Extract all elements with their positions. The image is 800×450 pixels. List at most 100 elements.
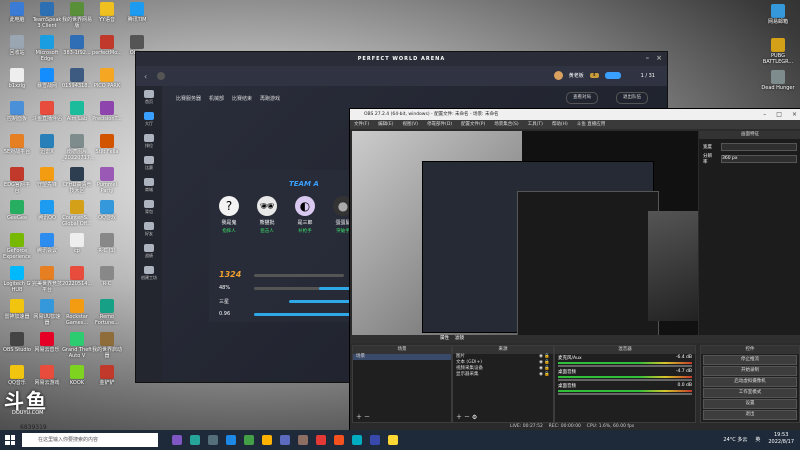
desktop-icon[interactable]: OBS Studio (2, 332, 32, 353)
obs-menu-item[interactable]: 帮助(H) (552, 120, 568, 129)
desktop-icon[interactable]: PICO PARK (92, 68, 122, 89)
obs-menu-item[interactable]: 文件(F) (354, 120, 369, 129)
taskbar-app-icon[interactable] (244, 435, 254, 445)
desktop-icon[interactable]: QQ音乐 (2, 365, 32, 386)
sidebar-item[interactable]: 比赛 (138, 156, 160, 174)
desktop-icon[interactable]: 383-1f92... (62, 35, 92, 56)
scene-item[interactable]: 场景 (353, 354, 451, 360)
obs-menu-item[interactable]: 停靠部件(D) (427, 120, 452, 129)
weather[interactable]: 24°C 多云 (723, 436, 747, 443)
desktop-icon[interactable]: Counter-S... Global Off... (62, 200, 92, 227)
desktop-icon[interactable]: R-C (92, 266, 122, 287)
taskbar-app-icon[interactable] (280, 435, 290, 445)
desktop-icon[interactable]: 守望先锋 (32, 167, 62, 188)
desktop-icon[interactable]: 金铲铲 (92, 365, 122, 386)
desktop-icon[interactable]: 网易邮箱 (760, 4, 796, 25)
taskbar-app-icon[interactable] (352, 435, 362, 445)
pwa-tab[interactable]: 机械部 (209, 95, 224, 102)
desktop-icon[interactable]: 01594318... (62, 68, 92, 89)
desktop-icon[interactable]: 完美世界竞技平台 (32, 266, 62, 293)
home-icon[interactable] (157, 72, 166, 80)
obs-menu-item[interactable]: 斗鱼 直播应用 (577, 120, 605, 129)
remove-source-icon[interactable]: － (464, 414, 470, 421)
desktop-icon[interactable]: 斗鱼直播伴侣 (32, 101, 62, 122)
taskbar-app-icon[interactable] (190, 435, 200, 445)
obs-control-button[interactable]: 停止推流 (703, 355, 797, 365)
desktop-icon[interactable]: R-C (1) (92, 233, 122, 254)
obs-control-button[interactable]: 开始录制 (703, 366, 797, 376)
obs-menu-item[interactable]: 配置文件(P) (461, 120, 485, 129)
desktop-icon[interactable]: GeForce Experience (2, 233, 32, 260)
desktop-icon[interactable]: 网易云游戏 (32, 365, 62, 386)
add-scene-icon[interactable]: ＋ (356, 414, 362, 421)
desktop-icon[interactable]: perfectMo... (92, 35, 122, 56)
minimize-icon[interactable]: – (646, 54, 651, 62)
taskbar-app-icon[interactable] (208, 435, 218, 445)
obs-menu-item[interactable]: 编辑(E) (378, 120, 393, 129)
obs-control-button[interactable]: 工作室模式 (703, 388, 797, 398)
desktop-icon[interactable]: 腾讯QQ (32, 200, 62, 221)
desktop-icon[interactable]: 网易云音乐 (32, 332, 62, 353)
desktop-icon[interactable]: YY语音 (92, 2, 122, 23)
tab-filters[interactable]: 滤镜 (455, 335, 464, 343)
desktop-icon[interactable]: PUBG BATTLEGR... (760, 38, 796, 65)
desktop-icon[interactable]: KOOK (62, 365, 92, 386)
obs-menu-item[interactable]: 工具(T) (528, 120, 543, 129)
sidebar-item[interactable]: 商城 (138, 178, 160, 196)
sidebar-item[interactable]: 大厅 (138, 112, 160, 130)
desktop-icon[interactable]: 我的世界启动器 (92, 332, 122, 359)
obs-control-button[interactable]: 退出 (703, 410, 797, 420)
desktop-icon[interactable]: 南德图片_20220717... (62, 134, 95, 161)
desktop-icon[interactable]: TeamSpeak 3 Client (32, 2, 62, 29)
desktop-icon[interactable]: 此电脑 (2, 2, 32, 23)
add-source-icon[interactable]: ＋ (456, 414, 462, 421)
desktop-icon[interactable]: Remo Fortune... (92, 299, 122, 326)
desktop-icon[interactable]: Aim Lab (62, 101, 92, 122)
desktop-icon[interactable]: Grand Theft Auto V (62, 332, 92, 359)
start-icon[interactable] (5, 435, 15, 445)
clock[interactable]: 19:53 2022/8/17 (768, 432, 794, 446)
desktop-icon[interactable]: GeeGee (2, 200, 32, 221)
pwa-tab[interactable]: 再跑游戏 (260, 95, 280, 102)
desktop-icon[interactable]: Logitech G HUB (2, 266, 32, 293)
sidebar-item[interactable]: 排位 (138, 134, 160, 152)
volume-slider[interactable] (558, 379, 692, 381)
desktop-icon[interactable]: PrecisionT... (92, 101, 122, 122)
close-icon[interactable]: × (792, 109, 797, 120)
volume-slider[interactable] (558, 365, 692, 367)
desktop-icon[interactable]: CFHD高清竞技大区 (62, 167, 92, 194)
sidebar-item[interactable]: 好友 (138, 222, 160, 240)
desktop-icon[interactable]: cp (62, 233, 92, 254)
desktop-icon[interactable]: Microsoft Edge (32, 35, 62, 62)
taskbar-app-icon[interactable] (262, 435, 272, 445)
source-item[interactable]: 显示器采集 ◉ 🔒 (453, 372, 553, 378)
obs-menu-item[interactable]: 视图(V) (402, 120, 418, 129)
volume-slider[interactable] (558, 393, 692, 395)
desktop-icon[interactable]: QQ游戏 (92, 200, 122, 221)
desktop-icon[interactable]: 腾讯会议 (32, 233, 62, 254)
desktop-icon[interactable]: 雷神加速器 (2, 299, 32, 320)
sidebar-item[interactable]: 背包 (138, 200, 160, 218)
avatar[interactable] (553, 71, 563, 80)
desktop-icon[interactable]: Dead Hunger (760, 70, 796, 91)
obs-control-button[interactable]: 设置 (703, 399, 797, 409)
pwa-tab[interactable]: 比赛服务器 (176, 95, 201, 102)
taskbar-app-icon[interactable] (172, 435, 182, 445)
view-match-button[interactable]: 查看对局 (566, 92, 598, 104)
desktop-icon[interactable]: 网易UU加速器 (32, 299, 62, 326)
close-icon[interactable]: × (656, 54, 663, 62)
desktop-icon[interactable]: b1xzlg (2, 68, 32, 89)
prop-dropdown[interactable] (721, 143, 797, 151)
desktop-icon[interactable]: 我的世界网易版 (62, 2, 92, 29)
taskbar-app-icon[interactable] (226, 435, 236, 445)
minimize-icon[interactable]: – (763, 109, 766, 120)
desktop-icon[interactable]: EDG官网平台 (2, 167, 32, 194)
player-card[interactable]: 🕶 熊猫批 狙击人 (249, 196, 285, 234)
remove-scene-icon[interactable]: － (364, 414, 370, 421)
tab-props[interactable]: 属性 (440, 335, 449, 343)
taskbar-app-icon[interactable] (298, 435, 308, 445)
taskbar-app-icon[interactable] (334, 435, 344, 445)
eye-icon[interactable]: ◉ 🔒 (539, 372, 550, 378)
sidebar-item[interactable]: 创建工坊 (138, 266, 160, 284)
desktop-icon[interactable]: 暴雪战网 (32, 68, 62, 89)
